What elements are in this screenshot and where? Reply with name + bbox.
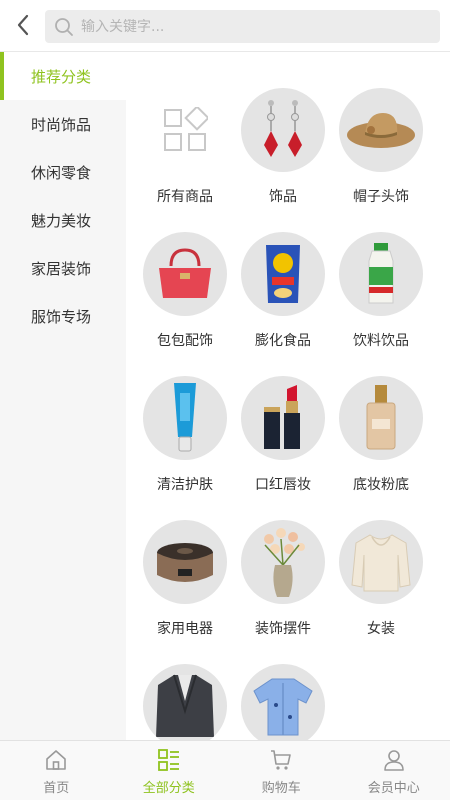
drink-bottle-icon	[339, 232, 423, 316]
grid-icon	[143, 88, 227, 172]
category-appliances[interactable]: 家用电器	[136, 520, 234, 664]
category-label: 装饰摆件	[255, 621, 311, 637]
category-grid-panel: 所有商品 饰品 帽子头饰 包包配饰 膨化食品 饮料饮品 清洁护肤 口红唇妆 底妆…	[126, 52, 450, 740]
category-menswear-blazer[interactable]	[136, 664, 234, 740]
search-icon	[53, 16, 75, 38]
tab-label: 全部分类	[142, 781, 195, 796]
tube-icon	[143, 376, 227, 460]
back-button[interactable]	[8, 10, 38, 40]
category-label: 饮料饮品	[353, 333, 409, 349]
category-kids-shirt[interactable]	[234, 664, 332, 740]
sidebar-item-snacks[interactable]: 休闲零食	[0, 148, 126, 196]
sidebar-item-label: 服饰专场	[31, 307, 92, 326]
category-icon	[156, 747, 182, 773]
category-bags[interactable]: 包包配饰	[136, 232, 234, 376]
category-label: 饰品	[269, 189, 297, 205]
hat-icon	[339, 88, 423, 172]
search-box[interactable]	[45, 10, 440, 43]
tab-label: 首页	[43, 781, 70, 796]
sidebar-item-label: 时尚饰品	[31, 115, 92, 134]
category-beverages[interactable]: 饮料饮品	[332, 232, 430, 376]
flower-vase-icon	[241, 520, 325, 604]
category-label: 包包配饰	[157, 333, 213, 349]
tab-label: 会员中心	[367, 781, 420, 796]
category-lipstick[interactable]: 口红唇妆	[234, 376, 332, 520]
category-all-products[interactable]: 所有商品	[136, 88, 234, 232]
home-icon	[43, 747, 69, 773]
sweater-icon	[339, 520, 423, 604]
rice-cooker-icon	[143, 520, 227, 604]
sidebar-item-apparel[interactable]: 服饰专场	[0, 292, 126, 340]
sidebar-item-fashion-accessories[interactable]: 时尚饰品	[0, 100, 126, 148]
tab-label: 购物车	[261, 781, 301, 796]
chevron-left-icon	[17, 14, 29, 36]
category-label: 所有商品	[157, 189, 213, 205]
sidebar-item-recommended[interactable]: 推荐分类	[0, 52, 126, 100]
earrings-icon	[241, 88, 325, 172]
category-label: 帽子头饰	[353, 189, 409, 205]
category-jewelry[interactable]: 饰品	[234, 88, 332, 232]
foundation-icon	[339, 376, 423, 460]
category-label: 女装	[367, 621, 395, 637]
category-label: 口红唇妆	[255, 477, 311, 493]
category-decor[interactable]: 装饰摆件	[234, 520, 332, 664]
category-label: 家用电器	[157, 621, 213, 637]
category-grid: 所有商品 饰品 帽子头饰 包包配饰 膨化食品 饮料饮品 清洁护肤 口红唇妆 底妆…	[136, 88, 436, 740]
tab-all-categories[interactable]: 全部分类	[113, 741, 226, 800]
sidebar-item-label: 家居装饰	[31, 259, 92, 278]
category-skincare[interactable]: 清洁护肤	[136, 376, 234, 520]
blazer-icon	[143, 664, 227, 740]
sidebar-item-home-decor[interactable]: 家居装饰	[0, 244, 126, 292]
sidebar-item-label: 魅力美妆	[31, 211, 92, 230]
tab-home[interactable]: 首页	[0, 741, 113, 800]
category-label: 膨化食品	[255, 333, 311, 349]
bottom-tab-bar: 首页 全部分类 购物车 会员中心	[0, 740, 450, 800]
category-label: 清洁护肤	[157, 477, 213, 493]
category-foundation[interactable]: 底妆粉底	[332, 376, 430, 520]
search-input[interactable]	[81, 18, 421, 35]
sidebar-item-label: 休闲零食	[31, 163, 92, 182]
tab-cart[interactable]: 购物车	[225, 741, 338, 800]
handbag-icon	[143, 232, 227, 316]
cart-icon	[268, 747, 294, 773]
shirt-icon	[241, 664, 325, 740]
category-label: 底妆粉底	[353, 477, 409, 493]
lipstick-icon	[241, 376, 325, 460]
category-sidebar: 推荐分类 时尚饰品 休闲零食 魅力美妆 家居装饰 服饰专场	[0, 52, 126, 740]
category-womenswear[interactable]: 女装	[332, 520, 430, 664]
sidebar-item-beauty[interactable]: 魅力美妆	[0, 196, 126, 244]
chips-bag-icon	[241, 232, 325, 316]
top-bar	[0, 0, 450, 52]
user-icon	[381, 747, 407, 773]
category-hats[interactable]: 帽子头饰	[332, 88, 430, 232]
sidebar-item-label: 推荐分类	[31, 67, 92, 86]
category-puffed-snacks[interactable]: 膨化食品	[234, 232, 332, 376]
tab-member-center[interactable]: 会员中心	[338, 741, 450, 800]
